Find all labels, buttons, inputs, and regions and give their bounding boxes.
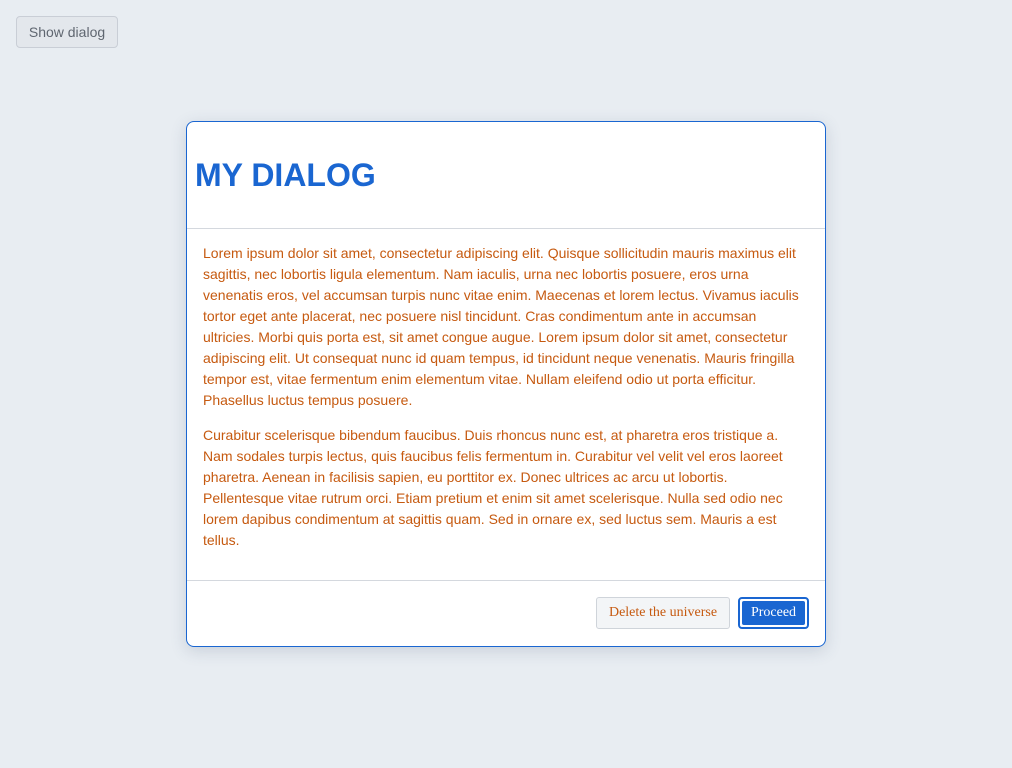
proceed-button[interactable]: Proceed bbox=[738, 597, 809, 629]
dialog-footer: Delete the universe Proceed bbox=[187, 581, 825, 646]
show-dialog-button[interactable]: Show dialog bbox=[16, 16, 118, 48]
dialog-paragraph: Curabitur scelerisque bibendum faucibus.… bbox=[203, 427, 783, 548]
dialog: MY DIALOG Lorem ipsum dolor sit amet, co… bbox=[186, 121, 826, 647]
dialog-header: MY DIALOG bbox=[187, 122, 825, 229]
proceed-button-label: Proceed bbox=[742, 601, 805, 625]
dialog-body: Lorem ipsum dolor sit amet, consectetur … bbox=[187, 229, 825, 581]
dialog-title: MY DIALOG bbox=[195, 157, 376, 193]
delete-universe-button[interactable]: Delete the universe bbox=[596, 597, 730, 629]
dialog-paragraph: Lorem ipsum dolor sit amet, consectetur … bbox=[203, 245, 799, 408]
